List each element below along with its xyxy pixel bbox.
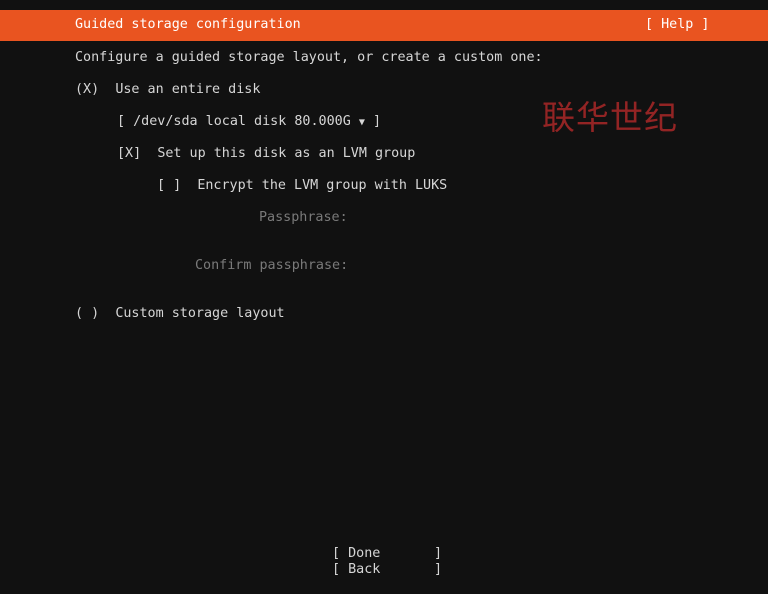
custom-layout-option[interactable]: ( ) Custom storage layout: [75, 306, 285, 322]
disk-select-close-bracket: ]: [372, 114, 382, 129]
disk-select-value[interactable]: /dev/sda local disk 80.000G: [133, 114, 351, 129]
entire-disk-radio[interactable]: (X): [75, 82, 99, 97]
passphrase-input[interactable]: [360, 210, 700, 226]
lvm-label: Set up this disk as an LVM group: [157, 146, 416, 161]
done-button-label: Done: [348, 546, 381, 561]
back-button-open-bracket: [: [332, 562, 341, 577]
disk-select-open-bracket: [: [117, 114, 126, 129]
watermark-text: 联华世纪: [542, 98, 678, 137]
dropdown-arrow-icon[interactable]: ▼: [359, 117, 365, 128]
lvm-checkbox[interactable]: [X]: [117, 146, 141, 161]
done-button-open-bracket: [: [332, 546, 341, 561]
title-bar: Guided storage configuration [ Help ]: [0, 10, 768, 41]
encrypt-option[interactable]: [ ] Encrypt the LVM group with LUKS: [157, 178, 447, 194]
back-button-close-bracket: ]: [434, 562, 443, 577]
custom-layout-radio[interactable]: ( ): [75, 306, 99, 321]
entire-disk-label: Use an entire disk: [115, 82, 261, 97]
confirm-passphrase-input[interactable]: [360, 258, 700, 274]
confirm-passphrase-label: Confirm passphrase:: [195, 258, 349, 273]
installer-screen: Guided storage configuration [ Help ] Co…: [0, 0, 768, 594]
encrypt-checkbox[interactable]: [ ]: [157, 178, 181, 193]
passphrase-label: Passphrase:: [259, 210, 348, 225]
custom-layout-label: Custom storage layout: [115, 306, 285, 321]
page-title: Guided storage configuration: [75, 17, 301, 32]
lvm-option[interactable]: [X] Set up this disk as an LVM group: [117, 146, 415, 162]
intro-text: Configure a guided storage layout, or cr…: [75, 50, 543, 65]
entire-disk-option[interactable]: (X) Use an entire disk: [75, 82, 260, 98]
encrypt-label: Encrypt the LVM group with LUKS: [197, 178, 448, 193]
done-button[interactable]: [ Done]: [332, 546, 444, 562]
done-button-close-bracket: ]: [434, 546, 443, 561]
back-button-label: Back: [348, 562, 381, 577]
back-button[interactable]: [ Back]: [332, 562, 444, 578]
help-button[interactable]: [ Help ]: [645, 17, 710, 33]
disk-select[interactable]: [ /dev/sda local disk 80.000G ▼ ]: [117, 114, 381, 130]
